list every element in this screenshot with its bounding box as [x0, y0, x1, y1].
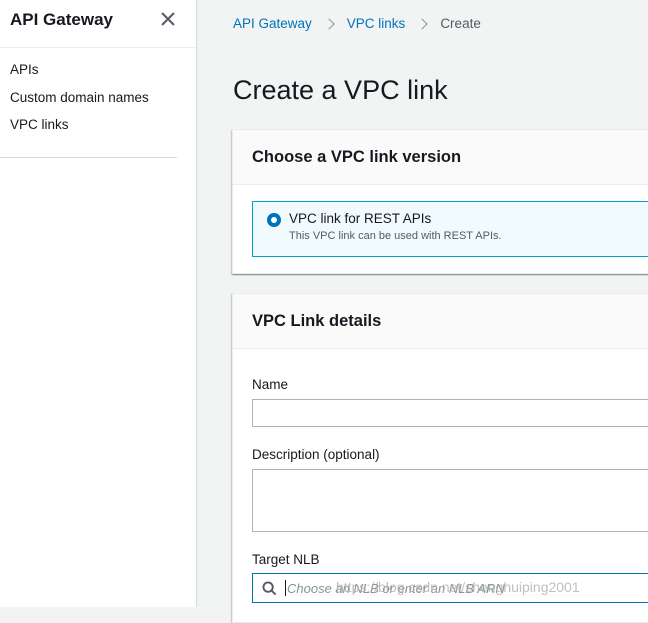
sidebar-divider [0, 157, 177, 158]
close-navigation-button[interactable] [157, 8, 179, 30]
name-label: Name [252, 377, 289, 392]
details-panel-title: VPC Link details [252, 312, 382, 330]
breadcrumb-current: Create [440, 16, 481, 31]
description-field[interactable] [252, 469, 648, 532]
main-content: API Gateway VPC links Create Create a VP… [198, 0, 648, 623]
sidebar-item-custom-domain-names[interactable]: Custom domain names [0, 89, 196, 117]
version-panel: Choose a VPC link version VPC link for R… [232, 129, 648, 274]
close-icon [161, 12, 175, 26]
sidebar-title: API Gateway [10, 10, 113, 29]
chevron-right-icon [323, 17, 335, 30]
target-nlb-search[interactable] [252, 573, 648, 603]
version-panel-title: Choose a VPC link version [252, 148, 462, 166]
page-title: Create a VPC link [233, 75, 448, 105]
breadcrumb: API Gateway VPC links Create [233, 16, 481, 31]
radio-option-description: This VPC link can be used with REST APIs… [289, 230, 502, 242]
breadcrumb-vpc-links[interactable]: VPC links [347, 16, 406, 31]
name-field[interactable] [252, 399, 648, 427]
target-nlb-input[interactable] [285, 575, 648, 601]
version-panel-header: Choose a VPC link version [233, 130, 648, 185]
side-navigation: API Gateway APIs Custom domain names VPC… [0, 0, 197, 607]
radio-option-label: VPC link for REST APIs [289, 211, 432, 226]
sidebar-item-apis[interactable]: APIs [0, 61, 196, 89]
chevron-right-icon [416, 17, 428, 30]
details-panel: VPC Link details Name Description (optio… [232, 293, 648, 623]
radio-selected-icon[interactable] [267, 213, 281, 227]
search-icon [262, 581, 277, 596]
target-nlb-label: Target NLB [252, 552, 320, 567]
rest-api-vpc-link-option[interactable]: VPC link for REST APIs This VPC link can… [252, 201, 648, 257]
text-cursor [285, 580, 286, 596]
sidebar-nav: APIs Custom domain names VPC links [0, 48, 196, 144]
breadcrumb-api-gateway[interactable]: API Gateway [233, 16, 312, 31]
sidebar-item-vpc-links[interactable]: VPC links [0, 116, 196, 144]
details-panel-header: VPC Link details [233, 294, 648, 349]
description-label: Description (optional) [252, 447, 380, 462]
sidebar-header: API Gateway [0, 0, 196, 48]
